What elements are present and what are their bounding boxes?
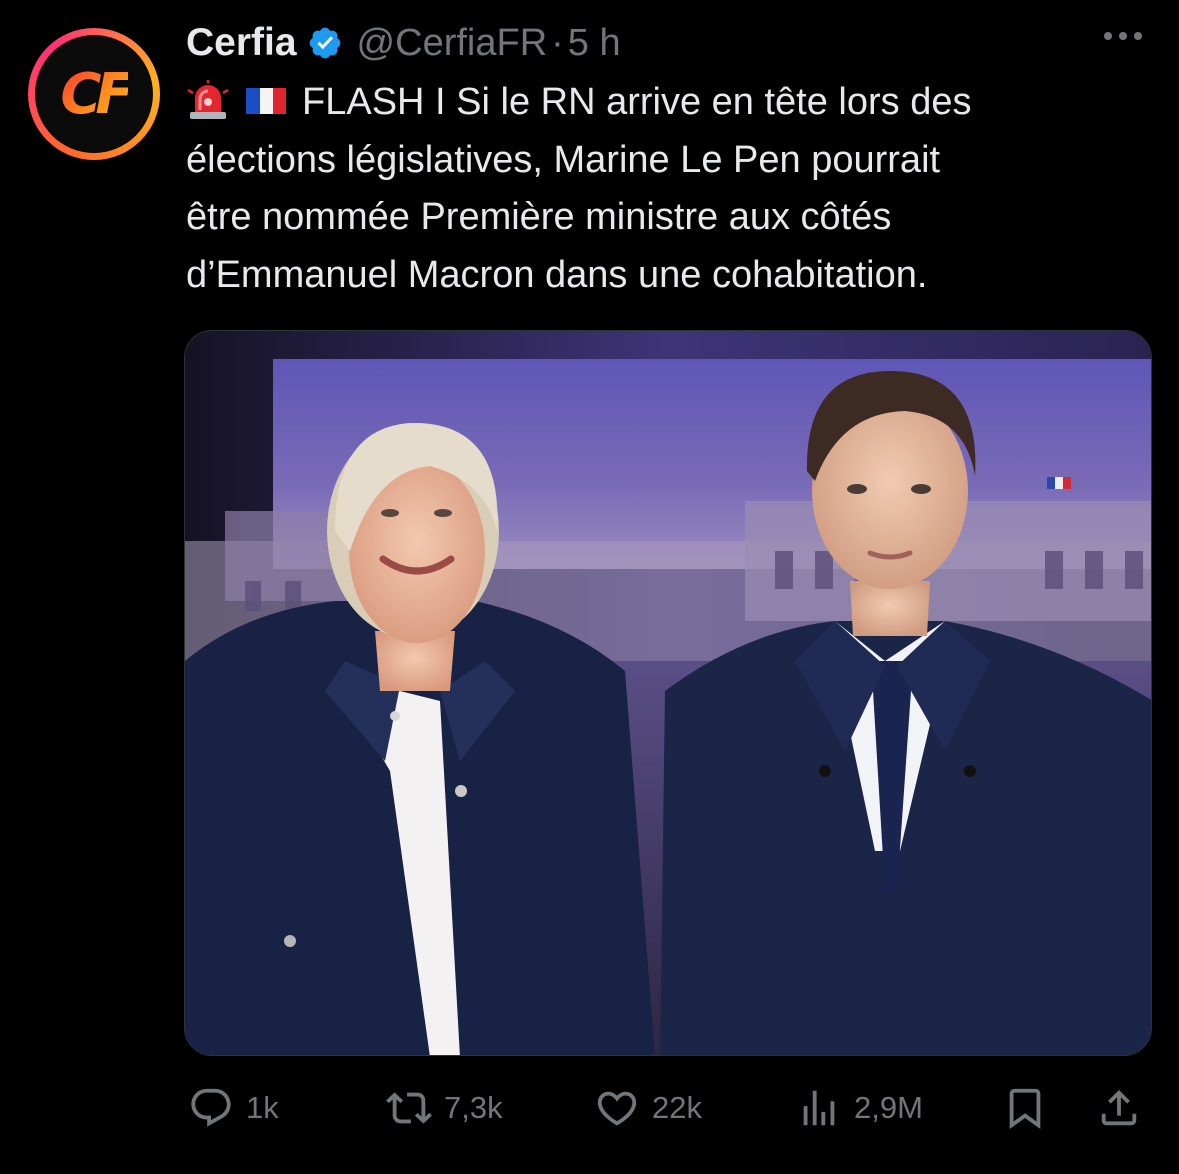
tweet-header: Cerfia @CerfiaFR · 5 h	[186, 18, 621, 68]
display-name[interactable]: Cerfia	[186, 21, 297, 65]
tweet-text-line-1: FLASH I Si le RN arrive en tête lors des	[302, 81, 972, 123]
bookmark-icon	[1009, 1088, 1041, 1129]
photo-illustration	[185, 331, 1151, 1055]
avatar-inner: CF	[35, 35, 153, 153]
repost-button[interactable]: 7,3k	[386, 1078, 503, 1138]
reply-icon	[191, 1088, 231, 1127]
repost-count: 7,3k	[444, 1090, 503, 1125]
bookmark-button[interactable]	[1002, 1078, 1048, 1138]
views-button[interactable]: 2,9M	[796, 1078, 923, 1138]
repost-icon	[386, 1092, 432, 1124]
timestamp[interactable]: 5 h	[568, 22, 621, 65]
tweet[interactable]: CF Cerfia @CerfiaFR · 5 h FLASH I Si le …	[0, 0, 1179, 1174]
user-handle[interactable]: @CerfiaFR	[357, 22, 548, 65]
avatar-logo: CF	[60, 61, 133, 127]
more-options-icon[interactable]	[1101, 26, 1145, 46]
verified-badge-icon[interactable]	[307, 25, 343, 61]
avatar[interactable]: CF	[28, 28, 160, 160]
like-count: 22k	[652, 1090, 702, 1125]
tweet-text-line-2: élections législatives, Marine Le Pen po…	[186, 138, 941, 181]
share-icon	[1101, 1089, 1137, 1126]
like-button[interactable]: 22k	[594, 1078, 702, 1138]
rotating-light-icon	[187, 80, 229, 119]
france-flag-icon	[246, 88, 286, 114]
tweet-text-line: FLASH I Si le RN arrive en tête lors des	[186, 74, 1126, 132]
views-count: 2,9M	[854, 1090, 923, 1125]
heart-icon	[597, 1091, 637, 1126]
tweet-text-line-4: d’Emmanuel Macron dans une cohabitation.	[186, 253, 928, 296]
reply-count: 1k	[246, 1090, 279, 1125]
views-icon	[803, 1090, 835, 1126]
tweet-text-line-3: être nommée Première ministre aux côtés	[186, 196, 892, 238]
reply-button[interactable]: 1k	[188, 1078, 279, 1138]
tweet-photo[interactable]	[184, 330, 1152, 1056]
separator-dot: ·	[551, 21, 564, 64]
share-button[interactable]	[1096, 1078, 1142, 1138]
tweet-text: FLASH I Si le RN arrive en tête lors des…	[186, 74, 1126, 304]
action-bar: 1k 7,3k 22k 2,9M	[186, 1078, 1146, 1138]
